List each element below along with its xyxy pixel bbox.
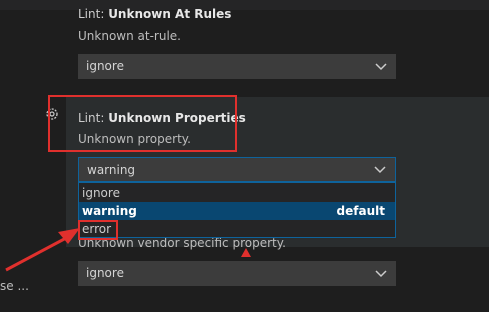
setting-title-prefix: Lint: [78,7,109,21]
setting-title-name: Unknown At Rules [108,7,232,21]
setting-unknown-vendor-specific-properties: Unknown vendor specific property. ignore [66,225,489,312]
annotation-arrow-line [5,235,69,272]
select-value: ignore [86,266,124,280]
dropdown-option-ignore[interactable]: ignore [79,184,395,202]
setting-unknown-at-rules: Lint: Unknown At Rules Unknown at-rule. … [66,0,489,90]
select-dropdown-list: ignore warning default error [78,182,396,238]
chevron-down-icon [374,166,386,174]
unknown-properties-select[interactable]: warning [78,157,396,182]
dropdown-option-warning[interactable]: warning default [79,202,395,220]
option-label: ignore [82,186,120,200]
default-tag: default [336,204,385,218]
select-value: ignore [86,59,124,73]
chevron-down-icon [375,270,387,278]
annotation-box-error [78,220,118,240]
annotation-box-title [48,95,237,152]
setting-title: Lint: Unknown At Rules [78,6,231,22]
partial-setting-text: se ... [0,279,29,293]
dropdown-option-error[interactable]: error [79,220,395,238]
setting-description: Unknown at-rule. [78,29,181,43]
unknown-vendor-properties-select[interactable]: ignore [78,261,396,286]
chevron-down-icon [375,63,387,71]
select-value: warning [87,163,136,177]
option-label: warning [82,204,137,218]
unknown-at-rules-select[interactable]: ignore [78,54,396,79]
